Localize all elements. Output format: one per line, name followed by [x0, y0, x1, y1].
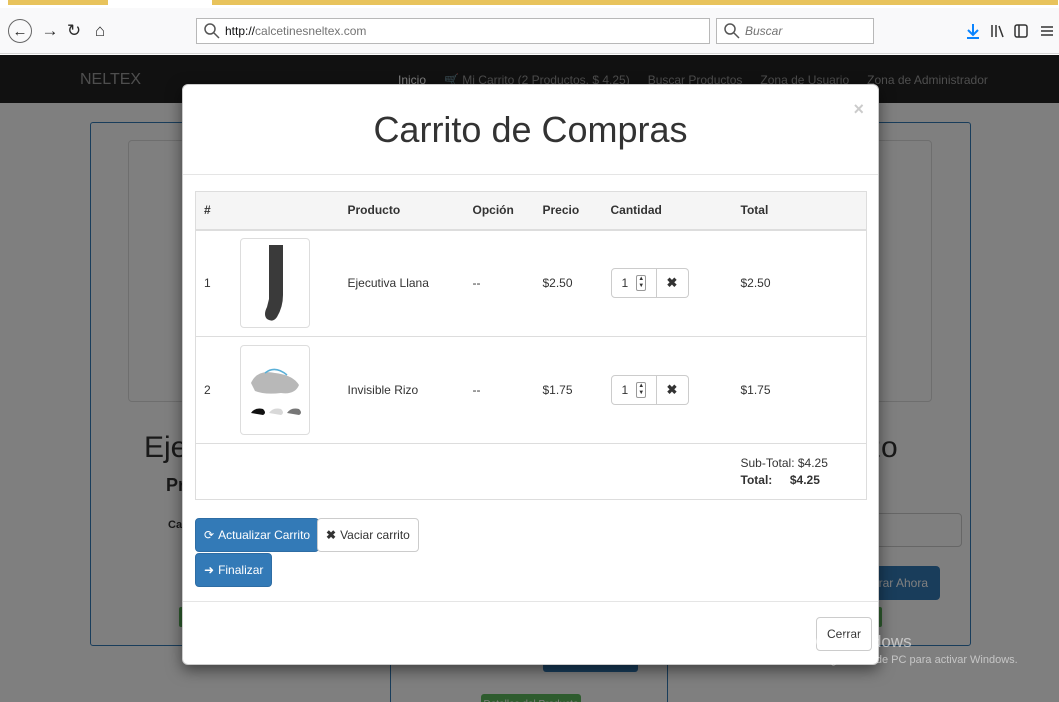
col-header-price: Precio — [534, 191, 603, 231]
cart-table: # Producto Opción Precio Cantidad Total … — [195, 191, 867, 500]
download-icon[interactable] — [966, 22, 980, 40]
col-header-quantity: Cantidad — [602, 191, 733, 231]
finish-button[interactable]: ➜ Finalizar — [195, 553, 273, 587]
row-option: -- — [464, 229, 535, 337]
empty-cart-button[interactable]: ✖ Vaciar carrito — [317, 518, 419, 552]
row-price: $2.50 — [534, 229, 603, 337]
update-cart-label: Actualizar Carrito — [218, 528, 311, 542]
black-sock-image[interactable] — [239, 238, 310, 329]
row-product: Invisible Rizo — [339, 336, 465, 444]
close-icon[interactable]: × — [853, 99, 864, 120]
close-icon: ✖ — [326, 528, 337, 542]
url-protocol: http:// — [225, 24, 256, 38]
row-quantity-cell: 1 ▲ ▼ ✖ — [602, 336, 733, 444]
browser-tab-bar-fill — [212, 0, 1058, 5]
quantity-group: 1 ▲ ▼ ✖ — [610, 375, 733, 405]
modal-title: Carrito de Compras — [373, 109, 688, 150]
reload-icon[interactable]: ↻ — [62, 19, 86, 43]
col-header-product: Producto — [339, 191, 465, 231]
quantity-stepper[interactable]: 1 ▲ ▼ — [610, 375, 657, 405]
totals-cell: Sub-Total: $4.25 Total: $4.25 — [732, 443, 867, 500]
finish-label: Finalizar — [218, 563, 264, 577]
subtotal-line: Sub-Total: $4.25 — [741, 455, 867, 472]
row-total: $2.50 — [732, 229, 867, 337]
remove-item-button[interactable]: ✖ — [656, 375, 689, 405]
row-option: -- — [464, 336, 535, 444]
col-header-number: # — [195, 191, 232, 231]
total-label: Total: — [740, 472, 773, 487]
url-host: calcetinesneltex.com — [255, 24, 367, 38]
url-bar[interactable]: http://calcetinesneltex.com — [196, 18, 710, 44]
quantity-value: 1 — [621, 383, 629, 397]
browser-toolbar: ← → ↻ ⌂ http://calcetinesneltex.com Busc… — [0, 8, 1059, 54]
totals-block: Sub-Total: $4.25 Total: $4.25 — [741, 455, 867, 489]
table-row: 2 Invisible Rizo -- $1.75 1 ▲ ▼ ✖ $1.75 — [195, 336, 867, 444]
forward-arrow-icon[interactable]: → — [38, 19, 62, 43]
spinner-icon[interactable]: ▲ ▼ — [636, 382, 647, 398]
cart-modal: Carrito de Compras × # Producto Opción P… — [182, 84, 879, 665]
quantity-stepper[interactable]: 1 ▲ ▼ — [610, 268, 657, 299]
invisible-sock-image[interactable] — [239, 345, 310, 435]
library-icon[interactable] — [990, 22, 1006, 40]
totals-row: Sub-Total: $4.25 Total: $4.25 — [195, 443, 867, 500]
row-number: 1 — [195, 229, 232, 337]
update-cart-button[interactable]: ⟳ Actualizar Carrito — [195, 518, 320, 552]
quantity-value: 1 — [621, 276, 629, 291]
arrow-right-icon: ➜ — [204, 563, 215, 577]
table-row: 1 Ejecutiva Llana -- $2.50 1 ▲ ▼ ✖ $2.50 — [195, 229, 867, 337]
search-input[interactable]: Buscar — [716, 18, 874, 44]
row-price: $1.75 — [534, 336, 603, 444]
col-header-total: Total — [732, 191, 867, 231]
total-value: $4.25 — [789, 472, 820, 487]
search-icon — [724, 23, 740, 39]
watermark-title: Activar Windows — [786, 632, 912, 651]
search-placeholder: Buscar — [745, 24, 783, 38]
watermark-subtitle: Ir a Configuración de PC para activar Wi… — [786, 654, 1018, 666]
sock-icon — [250, 368, 301, 415]
browser-tab[interactable] — [8, 0, 108, 5]
tab-strip — [0, 0, 1059, 8]
row-image-cell — [231, 229, 340, 337]
windows-activation-watermark: Activar Windows Ir a Configuración de PC… — [786, 632, 1018, 666]
home-icon[interactable]: ⌂ — [88, 19, 112, 43]
refresh-icon: ⟳ — [204, 528, 215, 542]
remove-item-button[interactable]: ✖ — [656, 268, 689, 299]
col-header-image — [231, 191, 340, 231]
search-icon — [204, 23, 220, 39]
totals-spacer — [195, 443, 733, 500]
row-quantity-cell: 1 ▲ ▼ ✖ — [602, 229, 733, 337]
sidebar-icon[interactable] — [1014, 22, 1028, 40]
col-header-option: Opción — [464, 191, 535, 231]
hamburger-menu-icon[interactable] — [1040, 22, 1054, 40]
subtotal-value: $4.25 — [797, 455, 828, 470]
row-image-cell — [231, 336, 340, 444]
row-number: 2 — [195, 336, 232, 444]
table-header-row: # Producto Opción Precio Cantidad Total — [195, 191, 867, 231]
quantity-group: 1 ▲ ▼ ✖ — [610, 268, 733, 299]
row-product: Ejecutiva Llana — [339, 229, 465, 337]
sock-icon — [264, 245, 283, 321]
modal-footer-divider — [183, 601, 878, 602]
back-arrow-icon[interactable]: ← — [8, 19, 32, 43]
row-total: $1.75 — [732, 336, 867, 444]
empty-cart-label: Vaciar carrito — [340, 528, 410, 542]
total-line: Total: $4.25 — [741, 472, 867, 489]
spinner-icon[interactable]: ▲ ▼ — [636, 275, 647, 292]
modal-header: Carrito de Compras × — [183, 85, 878, 175]
subtotal-label: Sub-Total: — [740, 455, 795, 470]
